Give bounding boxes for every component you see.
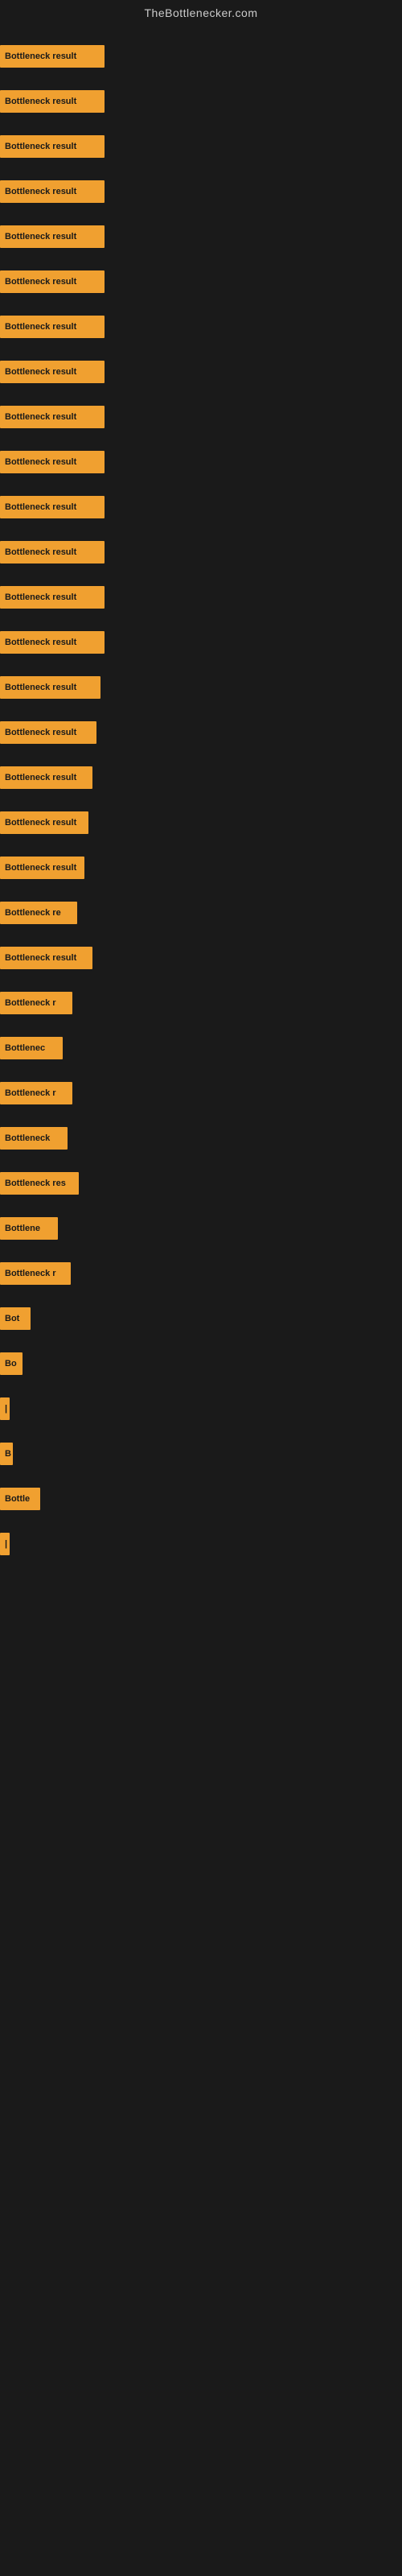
- bar-item: Bottleneck r: [0, 1082, 72, 1104]
- bar-label: Bottleneck result: [0, 361, 105, 383]
- bar-item: Bottleneck result: [0, 766, 92, 789]
- bar-label: Bottleneck result: [0, 225, 105, 248]
- bar-label: Bottleneck result: [0, 496, 105, 518]
- bar-item: |: [0, 1397, 10, 1420]
- bar-item: Bottleneck result: [0, 811, 88, 834]
- bar-label: Bottleneck result: [0, 631, 105, 654]
- bar-label: Bottleneck result: [0, 135, 105, 158]
- bar-label: Bottleneck result: [0, 676, 100, 699]
- bar-item: Bottlene: [0, 1217, 58, 1240]
- bar-label: Bottleneck result: [0, 180, 105, 203]
- bar-label: Bottleneck result: [0, 541, 105, 564]
- bar-label: Bottleneck result: [0, 766, 92, 789]
- bar-label: Bottleneck r: [0, 992, 72, 1014]
- bar-item: Bottleneck result: [0, 721, 96, 744]
- bar-item: Bottle: [0, 1488, 40, 1510]
- bar-label: Bottleneck result: [0, 45, 105, 68]
- bar-label: Bottleneck result: [0, 270, 105, 293]
- bar-item: Bottleneck result: [0, 676, 100, 699]
- bar-label: Bottlenec: [0, 1037, 63, 1059]
- bar-label: Bottleneck res: [0, 1172, 79, 1195]
- chart-area: Bottleneck result Bottleneck result Bottle…: [0, 23, 402, 2566]
- bar-item: Bottleneck: [0, 1127, 68, 1150]
- bar-item: Bottleneck result: [0, 270, 105, 293]
- bar-item: Bottleneck res: [0, 1172, 79, 1195]
- bar-item: Bottleneck result: [0, 180, 105, 203]
- bar-item: Bottleneck result: [0, 631, 105, 654]
- bar-item: B: [0, 1443, 13, 1465]
- bar-label: Bottlene: [0, 1217, 58, 1240]
- bar-item: Bottleneck result: [0, 225, 105, 248]
- bar-item: Bottleneck result: [0, 90, 105, 113]
- bar-item: Bottleneck r: [0, 992, 72, 1014]
- bar-label: Bottleneck re: [0, 902, 77, 924]
- bar-item: Bottleneck result: [0, 45, 105, 68]
- bar-item: Bottleneck result: [0, 496, 105, 518]
- bar-label: Bottleneck result: [0, 947, 92, 969]
- bar-item: Bottlenec: [0, 1037, 63, 1059]
- bar-label: Bo: [0, 1352, 23, 1375]
- bar-item: Bottleneck result: [0, 361, 105, 383]
- bar-label: Bottle: [0, 1488, 40, 1510]
- bar-item: Bo: [0, 1352, 23, 1375]
- bar-item: Bottleneck re: [0, 902, 77, 924]
- bar-label: |: [0, 1397, 10, 1420]
- bar-label: Bottleneck result: [0, 857, 84, 879]
- bar-label: Bottleneck r: [0, 1262, 71, 1285]
- bar-item: Bottleneck result: [0, 135, 105, 158]
- bar-label: B: [0, 1443, 13, 1465]
- bar-item: Bottleneck result: [0, 316, 105, 338]
- bar-label: Bottleneck result: [0, 586, 105, 609]
- bar-item: Bottleneck result: [0, 857, 84, 879]
- bar-label: Bottleneck r: [0, 1082, 72, 1104]
- bar-label: Bottleneck result: [0, 406, 105, 428]
- bar-item: Bottleneck r: [0, 1262, 71, 1285]
- bar-label: Bottleneck: [0, 1127, 68, 1150]
- bar-item: Bottleneck result: [0, 451, 105, 473]
- bar-item: Bottleneck result: [0, 541, 105, 564]
- bar-label: Bottleneck result: [0, 721, 96, 744]
- bar-item: Bottleneck result: [0, 947, 92, 969]
- bar-label: |: [0, 1533, 10, 1555]
- bar-item: Bottleneck result: [0, 586, 105, 609]
- site-title: TheBottlenecker.com: [0, 0, 402, 23]
- bar-label: Bot: [0, 1307, 31, 1330]
- bar-label: Bottleneck result: [0, 451, 105, 473]
- bar-label: Bottleneck result: [0, 316, 105, 338]
- bar-item: Bot: [0, 1307, 31, 1330]
- bar-label: Bottleneck result: [0, 811, 88, 834]
- bar-item: |: [0, 1533, 10, 1555]
- bar-label: Bottleneck result: [0, 90, 105, 113]
- bar-item: Bottleneck result: [0, 406, 105, 428]
